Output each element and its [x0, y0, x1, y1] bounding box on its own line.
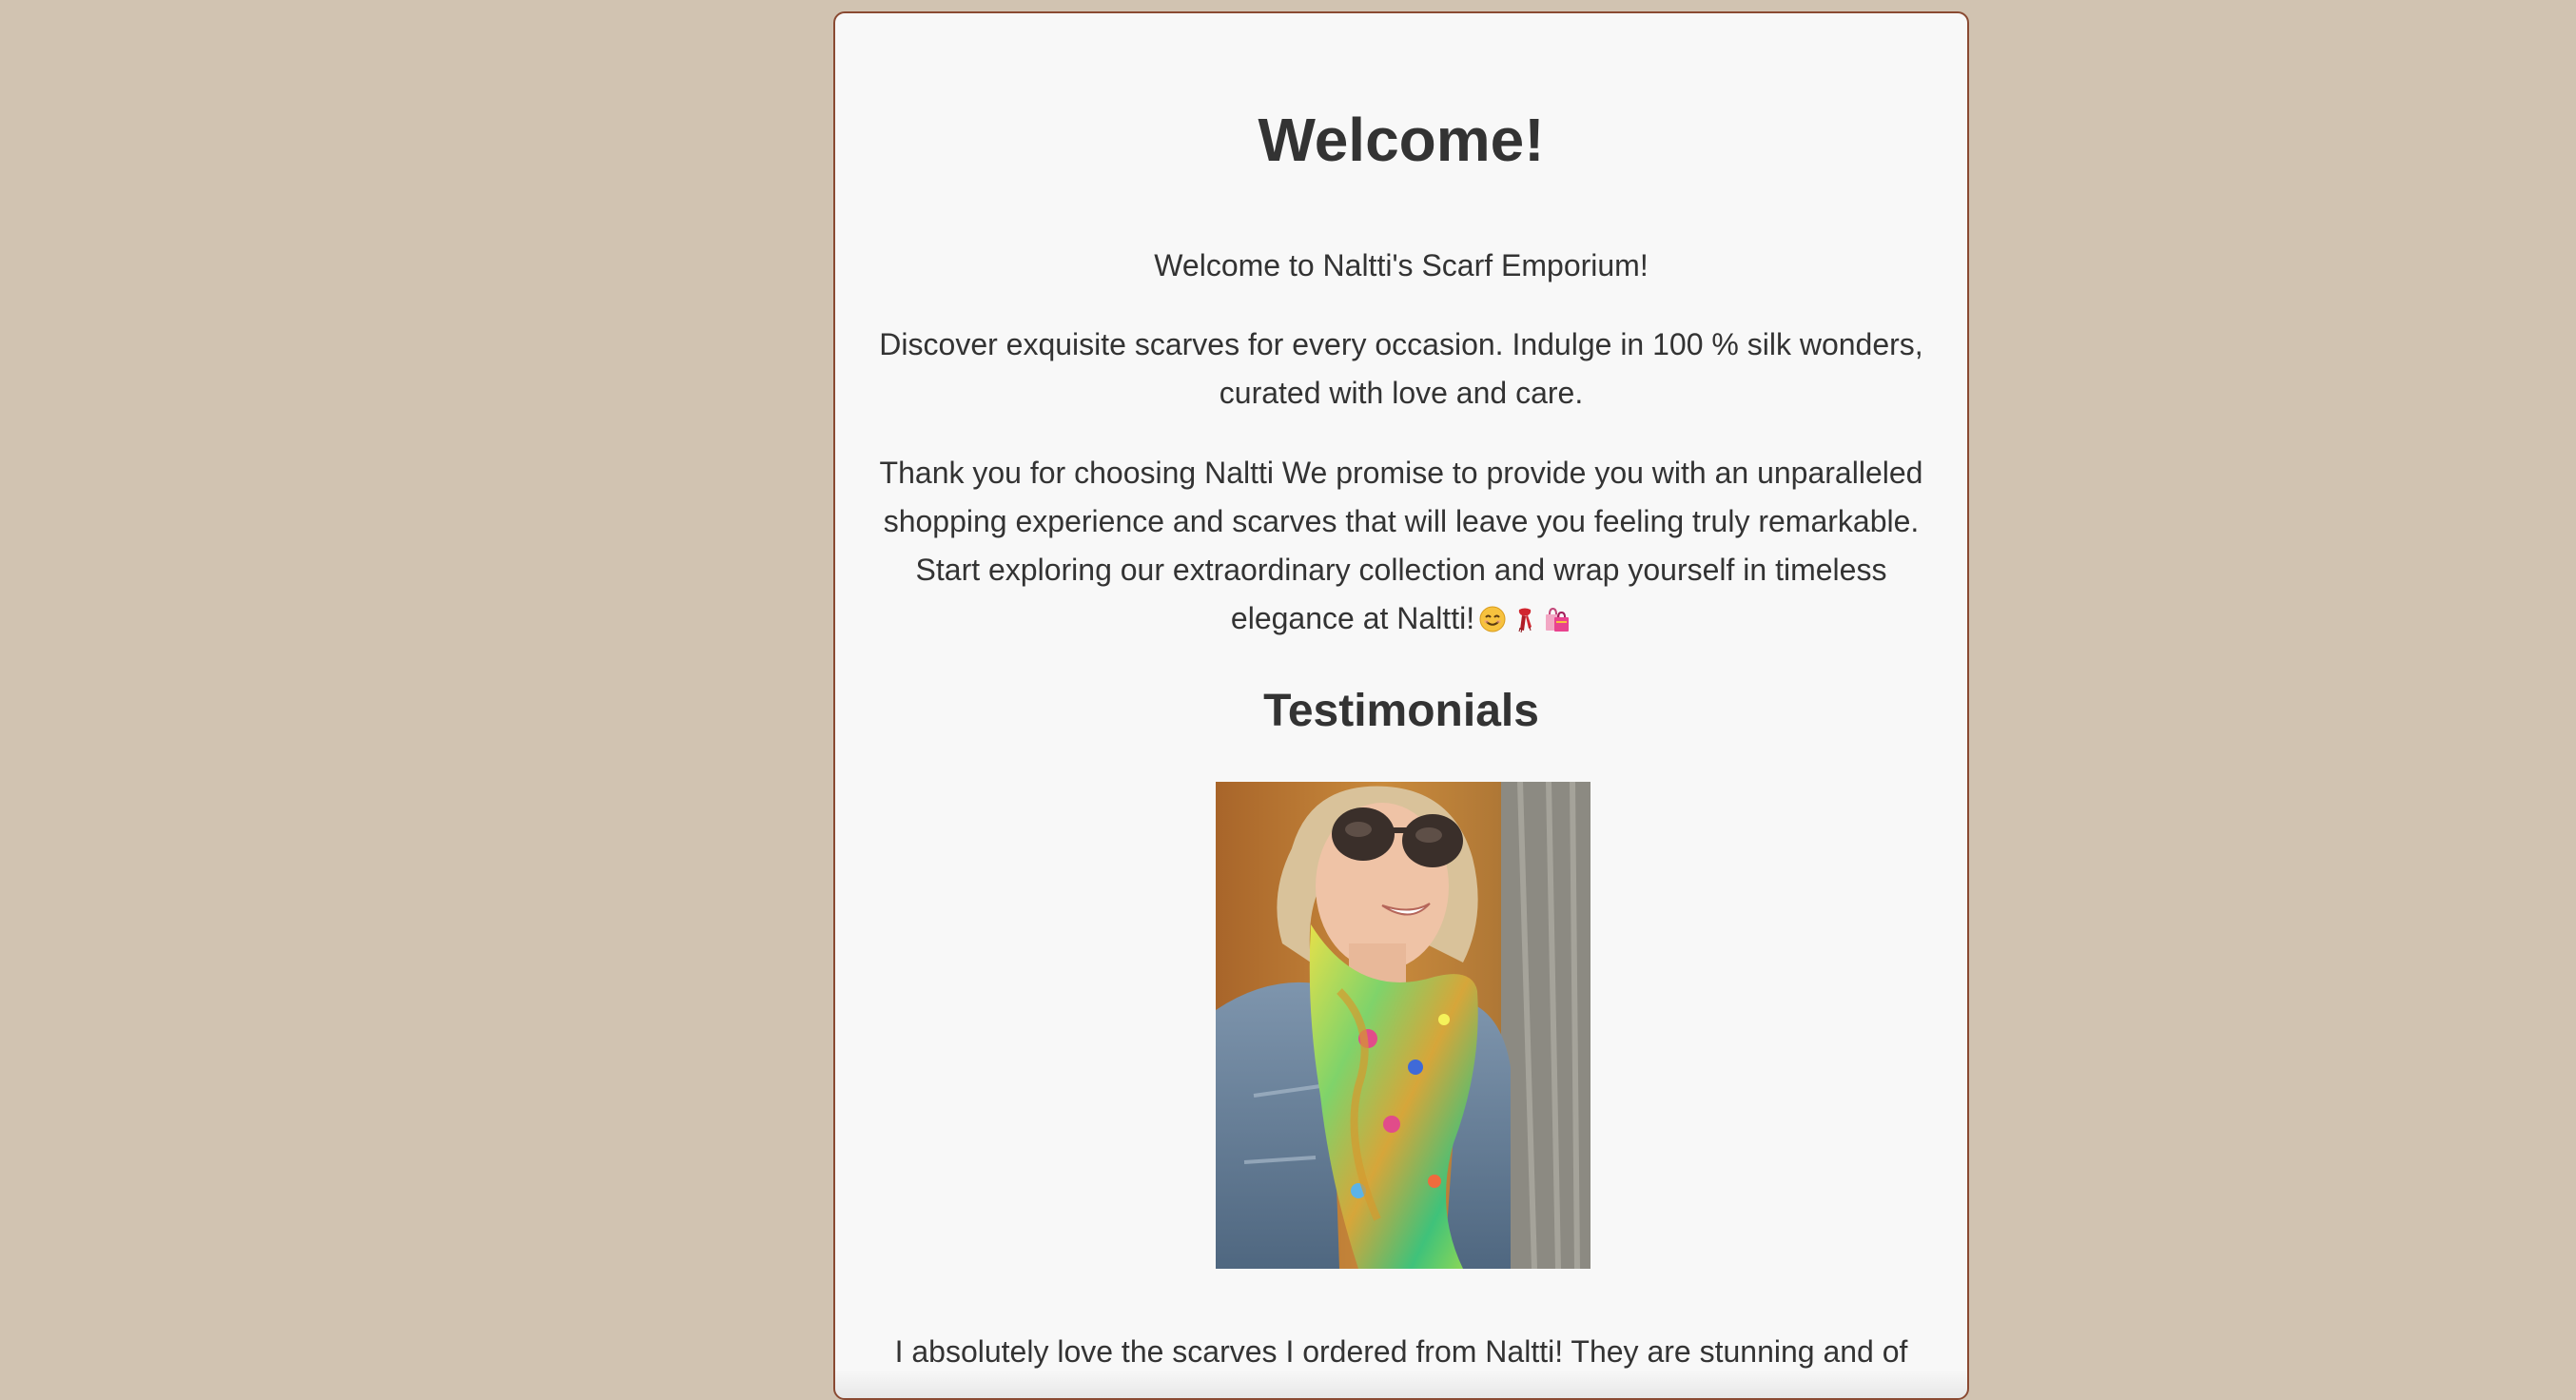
testimonial-photo [1216, 782, 1590, 1269]
welcome-thanks-paragraph: Thank you for choosing Naltti We promise… [877, 449, 1925, 643]
smiling-face-icon [1479, 606, 1506, 632]
welcome-discover-text: Discover exquisite scarves for every occ… [879, 327, 1923, 410]
welcome-intro: Welcome to Naltti's Scarf Emporium! [1154, 248, 1649, 282]
welcome-thanks-text: Thank you for choosing Naltti We promise… [879, 456, 1923, 635]
testimonial-quote: I absolutely love the scarves I ordered … [894, 1334, 1908, 1369]
testimonials-heading: Testimonials [1263, 686, 1539, 736]
shopping-bags-icon [1546, 607, 1570, 632]
welcome-card: Welcome! Welcome to Naltti's Scarf Empor… [833, 11, 1969, 1400]
page-title: Welcome! [1258, 106, 1545, 174]
scarf-icon [1518, 608, 1532, 633]
